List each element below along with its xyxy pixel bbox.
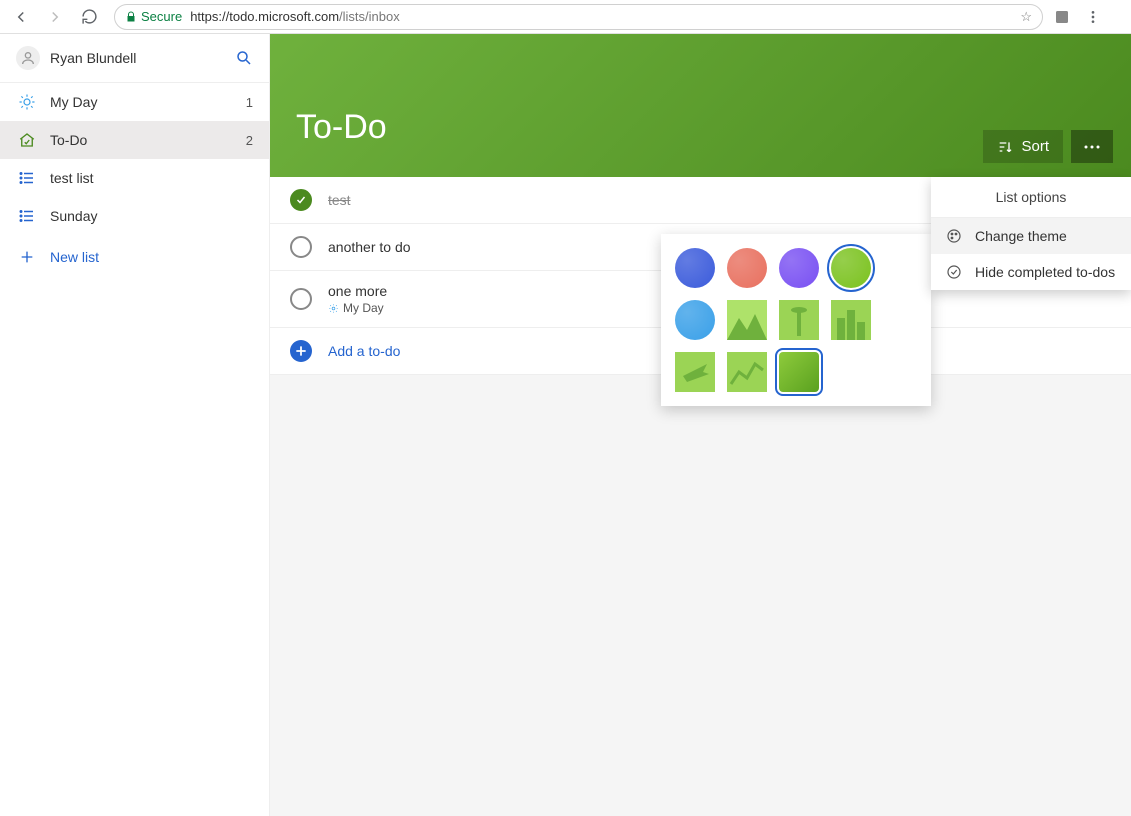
task-title: test	[328, 192, 351, 208]
task-checkbox[interactable]	[290, 236, 312, 258]
sidebar-item-sunday[interactable]: Sunday	[0, 197, 269, 235]
list-header: To-Do Sort	[270, 34, 1131, 177]
add-icon	[290, 340, 312, 362]
browser-toolbar: Secure https://todo.microsoft.com/lists/…	[0, 0, 1131, 34]
plus-icon	[16, 249, 38, 265]
theme-color-swatch[interactable]	[727, 248, 767, 288]
sun-icon	[16, 93, 38, 111]
search-button[interactable]	[235, 49, 253, 67]
theme-photo-swatch[interactable]	[779, 300, 819, 340]
secure-label: Secure	[141, 9, 182, 24]
sidebar-item-label: To-Do	[50, 132, 87, 148]
sidebar-item-todo[interactable]: To-Do 2	[0, 121, 269, 159]
theme-color-swatch[interactable]	[831, 248, 871, 288]
task-title: another to do	[328, 239, 411, 255]
theme-solid-swatch[interactable]	[779, 352, 819, 392]
sort-button[interactable]: Sort	[983, 130, 1063, 163]
sidebar-item-label: test list	[50, 170, 94, 186]
home-icon	[16, 131, 38, 149]
browser-menu-button[interactable]	[1085, 9, 1125, 25]
list-icon	[16, 207, 38, 225]
url-path: /lists/inbox	[339, 9, 400, 24]
theme-photo-swatch[interactable]	[727, 352, 767, 392]
task-title: one more	[328, 283, 387, 299]
main-pane: To-Do Sort test another to do one more My D…	[270, 34, 1131, 816]
theme-color-swatch[interactable]	[675, 248, 715, 288]
lock-icon	[125, 11, 137, 23]
new-list-button[interactable]: New list	[0, 239, 269, 275]
theme-photo-swatch[interactable]	[727, 300, 767, 340]
new-list-label: New list	[50, 249, 99, 265]
hide-completed-item[interactable]: Hide completed to-dos	[931, 254, 1131, 290]
list-icon	[16, 169, 38, 187]
avatar-icon	[16, 46, 40, 70]
sidebar-item-count: 1	[246, 95, 253, 110]
list-options-menu: List options Change theme Hide completed…	[931, 177, 1131, 290]
secure-indicator: Secure	[125, 9, 182, 24]
sidebar-item-myday[interactable]: My Day 1	[0, 83, 269, 121]
theme-color-swatch[interactable]	[675, 300, 715, 340]
sidebar: Ryan Blundell My Day 1 To-Do 2 test list Sund…	[0, 34, 270, 816]
back-button[interactable]	[6, 2, 36, 32]
sidebar-item-count: 2	[246, 133, 253, 148]
forward-button[interactable]	[40, 2, 70, 32]
extension-icon[interactable]	[1053, 8, 1081, 26]
check-circle-icon	[945, 264, 963, 280]
theme-picker	[661, 234, 931, 406]
list-options-button[interactable]	[1071, 130, 1113, 163]
palette-icon	[945, 228, 963, 244]
more-icon	[1083, 144, 1101, 150]
profile-row[interactable]: Ryan Blundell	[0, 34, 269, 83]
sidebar-item-label: Sunday	[50, 208, 97, 224]
change-theme-item[interactable]: Change theme	[931, 218, 1131, 254]
hide-completed-label: Hide completed to-dos	[975, 264, 1115, 280]
task-checkbox[interactable]	[290, 288, 312, 310]
sidebar-item-test[interactable]: test list	[0, 159, 269, 197]
address-bar[interactable]: Secure https://todo.microsoft.com/lists/…	[114, 4, 1043, 30]
sort-label: Sort	[1021, 138, 1049, 155]
sort-icon	[997, 139, 1013, 155]
task-subtext: My Day	[328, 301, 387, 315]
add-task-label: Add a to-do	[328, 343, 400, 359]
reload-button[interactable]	[74, 2, 104, 32]
theme-photo-swatch[interactable]	[831, 300, 871, 340]
task-checkbox[interactable]	[290, 189, 312, 211]
url-origin: https://todo.microsoft.com	[190, 9, 339, 24]
user-name: Ryan Blundell	[50, 50, 136, 66]
star-icon[interactable]: ☆	[1020, 9, 1032, 25]
sidebar-item-label: My Day	[50, 94, 97, 110]
theme-color-swatch[interactable]	[779, 248, 819, 288]
search-icon	[235, 49, 253, 67]
change-theme-label: Change theme	[975, 228, 1067, 244]
list-title: To-Do	[296, 108, 387, 147]
theme-photo-swatch[interactable]	[675, 352, 715, 392]
list-options-title: List options	[931, 177, 1131, 218]
